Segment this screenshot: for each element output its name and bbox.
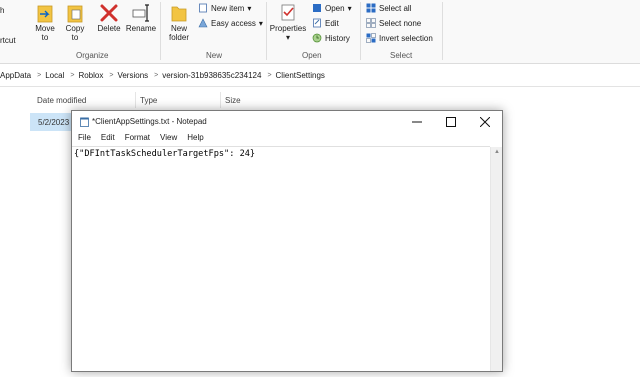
copy-to-label-2: to [71, 33, 79, 42]
menu-help[interactable]: Help [187, 133, 203, 147]
dropdown-arrow-icon: ▾ [285, 33, 290, 42]
move-to-icon [37, 5, 53, 23]
notepad-title-bar[interactable]: *ClientAppSettings.txt - Notepad [72, 111, 502, 133]
notepad-title: *ClientAppSettings.txt - Notepad [92, 117, 207, 126]
organize-group-label: Organize [76, 51, 109, 60]
ribbon-separator [266, 2, 267, 60]
new-folder-label-1: New [170, 24, 187, 33]
scroll-up-arrow-icon[interactable]: ▲ [494, 149, 500, 155]
column-type[interactable]: Type [140, 96, 157, 105]
minimize-icon [412, 121, 422, 123]
open-icon [313, 4, 321, 12]
breadcrumb-roblox[interactable]: Roblox [78, 71, 103, 80]
breadcrumb-clientsettings[interactable]: ClientSettings [276, 71, 325, 80]
easy-access-label: Easy access [211, 18, 256, 28]
maximize-icon [446, 117, 456, 127]
history-label: History [325, 33, 350, 43]
new-item-label: New item [211, 3, 245, 13]
select-group-label: Select [390, 51, 413, 60]
move-to-label-1: Move [35, 24, 55, 33]
notepad-app-icon [80, 117, 89, 127]
delete-button[interactable]: Delete [96, 2, 122, 33]
address-bar[interactable]: AppData > Local > Roblox > Versions > ve… [0, 64, 640, 87]
column-date-modified[interactable]: Date modified [37, 96, 86, 105]
properties-button[interactable]: Properties ▾ [270, 2, 306, 42]
partial-shortcut-label[interactable]: rtcut [0, 36, 16, 45]
breadcrumb-local[interactable]: Local [45, 71, 64, 80]
properties-label: Properties [269, 24, 307, 33]
properties-icon [281, 4, 295, 21]
copy-to-icon [67, 5, 83, 23]
menu-view[interactable]: View [160, 133, 177, 147]
new-folder-label-2: folder [168, 33, 189, 42]
maximize-button[interactable] [434, 111, 468, 133]
move-to-label-2: to [41, 33, 49, 42]
easy-access-icon [198, 18, 208, 28]
row-date-modified: 5/2/2023 [38, 118, 70, 127]
open-button[interactable]: Open ▾ [312, 3, 352, 13]
delete-label: Delete [97, 24, 121, 33]
column-size[interactable]: Size [225, 96, 241, 105]
ribbon-separator [160, 2, 161, 60]
chevron-right-icon[interactable]: > [109, 72, 113, 79]
ribbon-separator [360, 2, 361, 60]
breadcrumb-appdata[interactable]: AppData [0, 71, 31, 80]
notepad-content[interactable]: {"DFIntTaskSchedulerTargetFps": 24} [74, 149, 255, 159]
history-icon [312, 33, 322, 43]
notepad-menu-bar: File Edit Format View Help [72, 133, 502, 147]
ribbon-separator [442, 2, 443, 60]
menu-file[interactable]: File [78, 133, 91, 147]
vertical-scrollbar[interactable]: ▲ [490, 147, 502, 371]
dropdown-arrow-icon: ▾ [247, 3, 252, 13]
copy-to-label-1: Copy [65, 24, 85, 33]
minimize-button[interactable] [400, 111, 434, 133]
new-folder-icon [171, 6, 187, 22]
edit-button[interactable]: Edit [312, 18, 339, 28]
notepad-text-area[interactable]: {"DFIntTaskSchedulerTargetFps": 24} [72, 146, 490, 377]
delete-icon [100, 4, 118, 22]
invert-selection-button[interactable]: Invert selection [366, 33, 433, 43]
copy-to-button[interactable]: Copy to [64, 2, 86, 42]
select-none-icon [366, 18, 376, 28]
rename-icon [132, 4, 149, 22]
history-button[interactable]: History [312, 33, 350, 43]
edit-label: Edit [325, 18, 339, 28]
open-label: Open [325, 3, 345, 13]
partial-button-label[interactable]: h [0, 6, 4, 15]
new-item-icon [199, 3, 207, 13]
column-divider[interactable] [135, 92, 136, 108]
rename-button[interactable]: Rename [126, 2, 156, 33]
dropdown-arrow-icon: ▾ [347, 3, 352, 13]
new-group-label: New [206, 51, 223, 60]
select-all-button[interactable]: Select all [366, 3, 411, 13]
close-icon [480, 117, 490, 127]
ribbon: h rtcut Move to Copy to Delete Rename Or… [0, 0, 640, 64]
open-group-label: Open [302, 51, 322, 60]
dropdown-arrow-icon: ▾ [258, 18, 263, 28]
rename-label: Rename [125, 24, 157, 33]
breadcrumb-version-folder[interactable]: version-31b938635c234124 [162, 71, 261, 80]
easy-access-button[interactable]: Easy access ▾ [198, 18, 263, 28]
chevron-right-icon[interactable]: > [267, 72, 271, 79]
column-divider[interactable] [220, 92, 221, 108]
chevron-right-icon[interactable]: > [70, 72, 74, 79]
menu-edit[interactable]: Edit [101, 133, 115, 147]
invert-selection-icon [366, 33, 376, 43]
select-none-button[interactable]: Select none [366, 18, 421, 28]
move-to-button[interactable]: Move to [34, 2, 56, 42]
select-all-icon [366, 3, 376, 13]
select-all-label: Select all [379, 3, 412, 13]
menu-format[interactable]: Format [125, 133, 150, 147]
close-button[interactable] [468, 111, 502, 133]
edit-icon [313, 18, 321, 28]
chevron-right-icon[interactable]: > [37, 72, 41, 79]
new-item-button[interactable]: New item ▾ [198, 3, 251, 13]
invert-selection-label: Invert selection [379, 33, 433, 43]
new-folder-button[interactable]: New folder [166, 2, 192, 42]
file-list-header: Date modified Type Size [0, 90, 640, 110]
chevron-right-icon[interactable]: > [154, 72, 158, 79]
select-none-label: Select none [379, 18, 422, 28]
notepad-window: *ClientAppSettings.txt - Notepad File Ed… [71, 110, 503, 372]
breadcrumb-versions[interactable]: Versions [117, 71, 148, 80]
